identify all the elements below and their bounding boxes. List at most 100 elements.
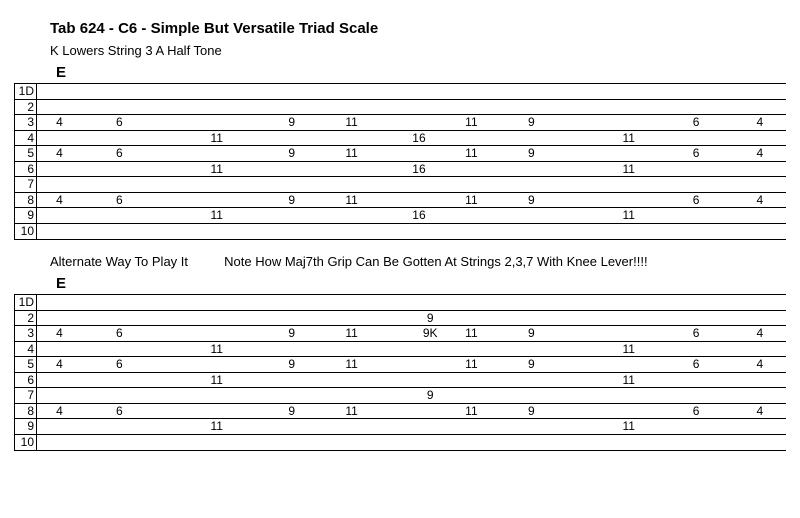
fret-value: 16 <box>412 208 425 223</box>
tab-block-1: 1D 2 34691111964 4111611 54691111964 611… <box>14 83 786 240</box>
tab-cells: 9 <box>37 388 786 403</box>
fret-value: 6 <box>116 146 123 161</box>
fret-value: 11 <box>465 115 477 130</box>
fret-value: 11 <box>622 208 634 223</box>
fret-value: 11 <box>622 342 634 357</box>
fret-value: 9 <box>528 357 535 372</box>
fret-value: 9 <box>528 326 535 341</box>
fret-value: 11 <box>211 373 223 388</box>
tab-row: 10 <box>15 224 786 240</box>
string-num: 3 <box>15 326 37 341</box>
fret-value: 11 <box>465 357 477 372</box>
string-num: 5 <box>15 146 37 161</box>
fret-value: 11 <box>211 419 223 434</box>
tab-cells <box>37 100 786 115</box>
tab-cells: 4691111964 <box>37 193 786 208</box>
fret-value: 6 <box>116 357 123 372</box>
chord-label-2: E <box>56 275 780 292</box>
tab-cells: 11 16 11 <box>37 162 786 177</box>
string-num: 4 <box>15 131 37 146</box>
tab-cells <box>37 84 786 99</box>
fret-value: 11 <box>345 193 357 208</box>
fret-value: 11 <box>622 131 634 146</box>
tab-row: 84691111964 <box>15 193 786 209</box>
fret-value: 11 <box>465 146 477 161</box>
string-num: 8 <box>15 404 37 419</box>
tab-cells: 9 <box>37 311 786 326</box>
fret-value: 11 <box>465 326 477 341</box>
tab-cells: 11 11 <box>37 419 786 434</box>
string-num: 1D <box>15 295 37 310</box>
tab-row: 1D <box>15 295 786 311</box>
fret-value: 4 <box>756 115 763 130</box>
fret-value: 6 <box>116 404 123 419</box>
tab-cells <box>37 295 786 310</box>
tab-row: 9 11 16 11 <box>15 208 786 224</box>
string-num: 8 <box>15 193 37 208</box>
tab-row: 54691111964 <box>15 357 786 373</box>
string-num: 9 <box>15 419 37 434</box>
tab-cells: 11 16 11 <box>37 131 786 146</box>
fret-value: 4 <box>756 404 763 419</box>
tab-row: 4 11 16 11 <box>15 131 786 147</box>
tab-cells: 11 16 11 <box>37 208 786 223</box>
string-num: 1D <box>15 84 37 99</box>
tab-cells: 4691111964 <box>37 146 786 161</box>
fret-value: 9 <box>528 115 535 130</box>
tab-row: 29 <box>15 311 786 327</box>
fret-value: 9 <box>288 404 295 419</box>
tab-cells: 4691111964 <box>37 115 786 130</box>
tab-cells: 1111 <box>37 342 786 357</box>
fret-value: 4 <box>56 146 63 161</box>
string-num: 5 <box>15 357 37 372</box>
tab-row: 3469119K11964 <box>15 326 786 342</box>
tab-row: 2 <box>15 100 786 116</box>
string-num: 6 <box>15 373 37 388</box>
string-num: 9 <box>15 208 37 223</box>
fret-value: 11 <box>622 162 634 177</box>
string-num: 2 <box>15 311 37 326</box>
fret-value: 4 <box>756 146 763 161</box>
tab-row: 79 <box>15 388 786 404</box>
fret-value: 9 <box>288 193 295 208</box>
fret-value: 4 <box>756 357 763 372</box>
tab-cells: 469119K11964 <box>37 326 786 341</box>
fret-value: 11 <box>345 115 357 130</box>
tab-cells: 11 11 <box>37 373 786 388</box>
tab-block-2: 1D 29 3469119K11964 41111 54691111964 61… <box>14 294 786 451</box>
fret-value: 16 <box>412 131 425 146</box>
fret-value: 11 <box>465 193 477 208</box>
chord-label-1: E <box>56 64 780 81</box>
fret-value: 11 <box>345 357 357 372</box>
tab-cells <box>37 224 786 240</box>
fret-value: 9K <box>423 326 438 341</box>
fret-value: 9 <box>427 388 434 403</box>
fret-value: 6 <box>693 357 700 372</box>
string-num: 3 <box>15 115 37 130</box>
tab-row: 84691111964 <box>15 404 786 420</box>
page-title: Tab 624 - C6 - Simple But Versatile Tria… <box>50 20 780 37</box>
fret-value: 11 <box>211 162 223 177</box>
fret-value: 4 <box>756 193 763 208</box>
string-num: 6 <box>15 162 37 177</box>
string-num: 10 <box>15 224 37 240</box>
tab-cells <box>37 435 786 451</box>
tab-cells: 4691111964 <box>37 404 786 419</box>
fret-value: 11 <box>345 326 357 341</box>
string-num: 7 <box>15 388 37 403</box>
tab-row: 34691111964 <box>15 115 786 131</box>
fret-value: 11 <box>622 373 634 388</box>
tab-row: 10 <box>15 435 786 451</box>
fret-value: 11 <box>211 208 223 223</box>
subtitle: K Lowers String 3 A Half Tone <box>50 43 780 58</box>
fret-value: 11 <box>211 131 223 146</box>
tab-row: 6 11 16 11 <box>15 162 786 178</box>
fret-value: 6 <box>693 115 700 130</box>
fret-value: 11 <box>622 419 634 434</box>
string-num: 4 <box>15 342 37 357</box>
fret-value: 16 <box>412 162 425 177</box>
fret-value: 9 <box>528 146 535 161</box>
string-num: 7 <box>15 177 37 192</box>
fret-value: 4 <box>56 404 63 419</box>
fret-value: 6 <box>693 193 700 208</box>
